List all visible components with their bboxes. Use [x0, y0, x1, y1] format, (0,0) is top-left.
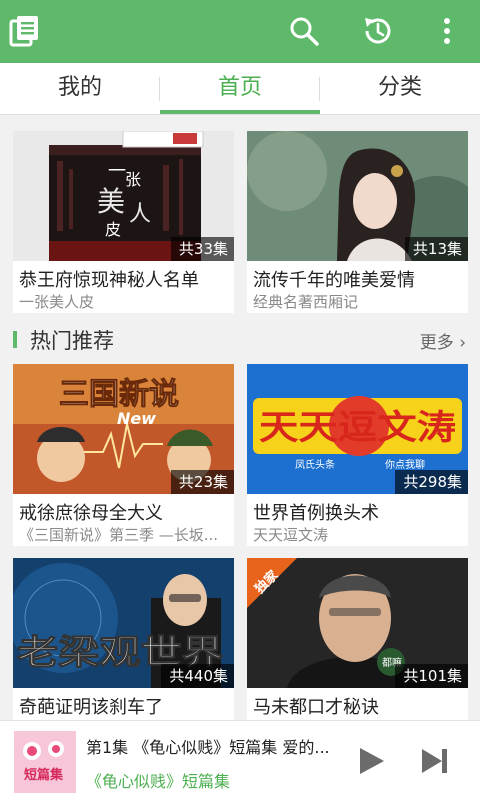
play-icon[interactable]: [354, 742, 388, 780]
cover-title-char: 一: [108, 161, 126, 182]
app-bar: [0, 0, 480, 63]
card-title: 恭王府惊现神秘人名单: [19, 270, 199, 291]
card-title: 马未都口才秘诀: [253, 697, 379, 718]
recommend-card[interactable]: 三国新说 New 共23集 戒徐庶徐母全大义 《三国新说》第三季 —长坂...: [13, 364, 234, 546]
episode-count-badge: 共33集: [170, 237, 234, 261]
tab-mine[interactable]: 我的: [0, 63, 160, 115]
card-subtitle: 《三国新说》第三季 —长坂...: [19, 526, 219, 544]
cover-image: 独家 都嘛 共101集: [247, 558, 468, 688]
recommend-card[interactable]: 天天逗文涛 凤氏头条 你点我聊 共298集 世界首例换头术 天天逗文涛: [247, 364, 468, 546]
cover-image: 一 张 美 人 皮 共33集: [13, 131, 234, 261]
cover-title-char: 人: [129, 202, 151, 227]
section-accent-bar: [13, 331, 17, 348]
section-title: 热门推荐: [30, 329, 114, 353]
episode-count-badge: 共13集: [404, 237, 468, 261]
cover-title-char: 张: [125, 170, 141, 189]
tab-category[interactable]: 分类: [320, 63, 480, 115]
card-subtitle: 天天逗文涛: [253, 526, 329, 544]
episode-count-badge: 共440集: [161, 664, 234, 688]
episode-count-badge: 共101集: [395, 664, 468, 688]
more-link[interactable]: 更多 ›: [420, 328, 466, 353]
episode-count-badge: 共23集: [170, 470, 234, 494]
player-cover-title: 短篇集: [24, 767, 64, 783]
tab-home[interactable]: 首页: [160, 63, 320, 115]
card-title: 流传千年的唯美爱情: [253, 270, 415, 291]
cover-subtitle: New: [117, 409, 156, 428]
cover-image: 老梁观世界 共440集: [13, 558, 234, 688]
cover-title: 三国新说: [59, 377, 179, 412]
skip-next-icon[interactable]: [418, 742, 452, 780]
recommend-card[interactable]: 独家 都嘛 共101集 马未都口才秘诀: [247, 558, 468, 740]
player-cover-art: 短篇集: [14, 731, 76, 793]
card-subtitle: 一张美人皮: [19, 293, 95, 311]
tab-bar: 我的 首页 分类: [0, 63, 480, 115]
cover-subtitle-left: 凤氏头条: [295, 458, 335, 471]
mini-player[interactable]: 短篇集 第1集 《龟心似贱》短篇集 爱的... 《龟心似贱》短篇集: [0, 720, 480, 800]
featured-card[interactable]: 共13集 流传千年的唯美爱情 经典名著西厢记: [247, 131, 468, 313]
player-cover[interactable]: 短篇集: [14, 731, 76, 793]
active-tab-indicator: [160, 110, 320, 114]
cover-image: 三国新说 New 共23集: [13, 364, 234, 494]
chevron-right-icon: ›: [453, 333, 466, 353]
book-icon[interactable]: [8, 14, 42, 48]
cover-image: 天天逗文涛 凤氏头条 你点我聊 共298集: [247, 364, 468, 494]
card-title: 世界首例换头术: [253, 503, 379, 524]
cover-title-char: 皮: [105, 220, 121, 239]
cover-title-char: 美: [97, 185, 125, 218]
now-playing-album: 《龟心似贱》短篇集: [86, 772, 231, 791]
card-title: 戒徐庶徐母全大义: [19, 503, 163, 524]
more-vert-icon[interactable]: [430, 14, 464, 48]
now-playing-title: 第1集 《龟心似贱》短篇集 爱的...: [86, 738, 330, 757]
cover-image: 共13集: [247, 131, 468, 261]
card-subtitle: 经典名著西厢记: [253, 293, 359, 311]
episode-count-badge: 共298集: [395, 470, 468, 494]
section-header: 热门推荐 更多 ›: [0, 322, 480, 358]
more-label: 更多: [419, 333, 454, 353]
featured-card[interactable]: 一 张 美 人 皮 共33集 恭王府惊现神秘人名单 一张美人皮: [13, 131, 234, 313]
card-title: 奇葩证明该刹车了: [19, 697, 163, 718]
recommend-card[interactable]: 老梁观世界 共440集 奇葩证明该刹车了: [13, 558, 234, 740]
history-icon[interactable]: [361, 14, 395, 48]
search-icon[interactable]: [287, 14, 321, 48]
cover-title: 天天逗文涛: [259, 408, 456, 448]
